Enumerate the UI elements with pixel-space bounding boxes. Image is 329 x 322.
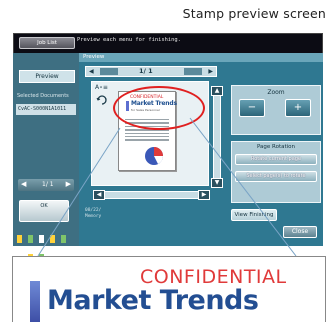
logo-bar <box>30 281 40 322</box>
zoom-title-text: Market Trends <box>47 285 259 316</box>
